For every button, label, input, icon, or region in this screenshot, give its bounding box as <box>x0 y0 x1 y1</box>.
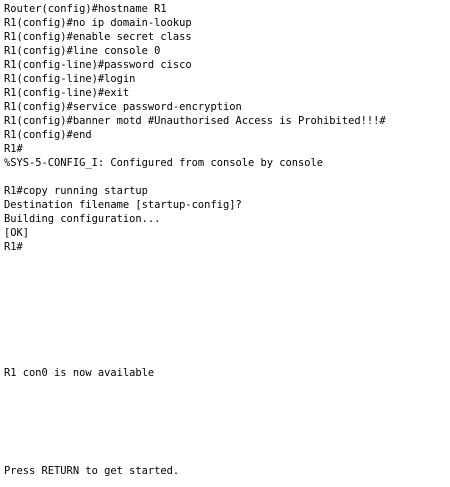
terminal-line: [OK] <box>4 227 30 239</box>
terminal-line: R1(config-line)#exit <box>4 87 130 99</box>
terminal-line: R1(config)#line console 0 <box>4 45 161 57</box>
terminal-line: R1(config)#end <box>4 129 92 141</box>
terminal-line: R1# <box>4 241 23 253</box>
terminal-prompt-line: Press RETURN to get started. <box>4 465 180 477</box>
terminal-line: R1(config)#banner motd #Unauthorised Acc… <box>4 115 386 127</box>
terminal-output[interactable]: Router(config)#hostname R1 R1(config)#no… <box>0 0 450 487</box>
terminal-line: R1(config)#service password-encryption <box>4 101 242 113</box>
terminal-line: Destination filename [startup-config]? <box>4 199 242 211</box>
terminal-line: R1(config)#no ip domain-lookup <box>4 17 192 29</box>
terminal-line: R1#copy running startup <box>4 185 148 197</box>
terminal-line: R1(config-line)#login <box>4 73 136 85</box>
terminal-line: R1(config)#enable secret class <box>4 31 192 43</box>
terminal-line: %SYS-5-CONFIG_I: Configured from console… <box>4 157 324 169</box>
terminal-line: Building configuration... <box>4 213 161 225</box>
terminal-line: Router(config)#hostname R1 <box>4 3 167 15</box>
terminal-line: R1# <box>4 143 23 155</box>
terminal-line: R1(config-line)#password cisco <box>4 59 192 71</box>
terminal-line: R1 con0 is now available <box>4 367 155 379</box>
